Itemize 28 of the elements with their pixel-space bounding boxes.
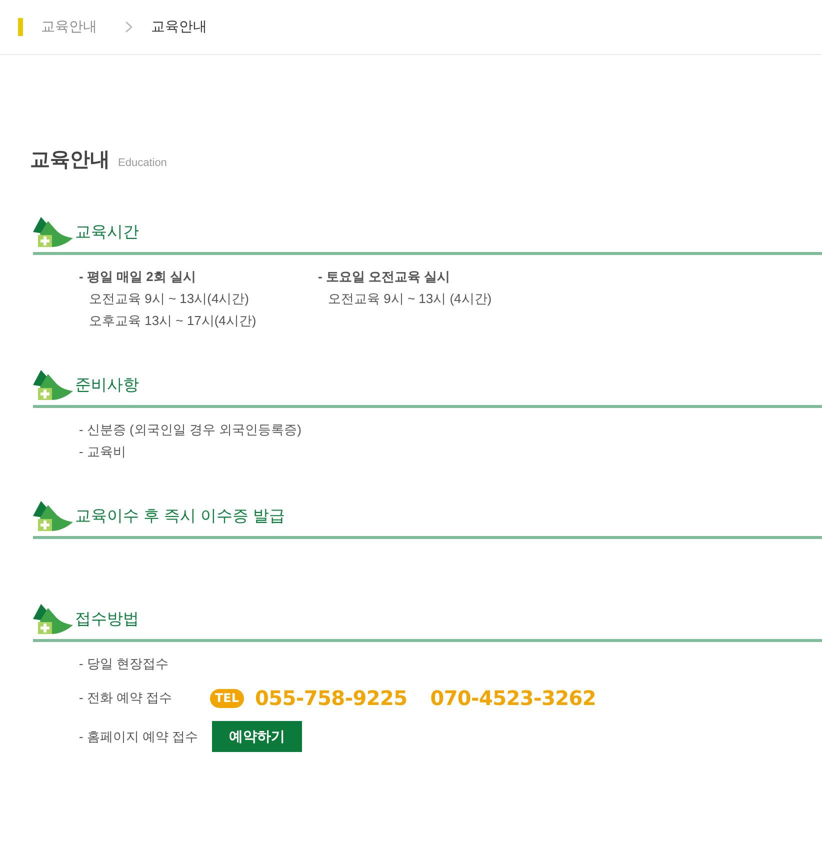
page-subtitle: Education bbox=[118, 157, 167, 169]
section-title: 교육이수 후 즉시 이수증 발급 bbox=[75, 506, 285, 526]
page-title: 교육안내 bbox=[30, 148, 110, 173]
list-item: 오전교육 9시 ~ 13시 (4시간) bbox=[327, 290, 492, 308]
list-item: - 홈페이지 예약 접수 bbox=[79, 728, 200, 746]
section-title: 교육시간 bbox=[75, 222, 139, 242]
phone-number: 055-758-9225 bbox=[255, 686, 408, 710]
list-item: - 당일 현장접수 bbox=[79, 655, 170, 673]
list-item: 오전교육 9시 ~ 13시(4시간) bbox=[88, 290, 250, 308]
list-heading: - 토요일 오전교육 실시 bbox=[318, 268, 452, 286]
chevron-right-icon bbox=[125, 21, 133, 33]
section-title: 준비사항 bbox=[75, 376, 139, 396]
leaf-plus-icon bbox=[33, 501, 73, 531]
bar-marker-icon bbox=[18, 18, 23, 36]
leaf-plus-icon bbox=[33, 370, 73, 400]
leaf-plus-icon bbox=[33, 604, 73, 634]
leaf-plus-icon bbox=[33, 217, 73, 247]
list-heading: - 평일 매일 2회 실시 bbox=[79, 268, 198, 286]
section-title: 접수방법 bbox=[75, 610, 139, 630]
list-item: - 교육비 bbox=[79, 443, 127, 461]
phone-number: 070-4523-3262 bbox=[430, 686, 596, 710]
reserve-button[interactable]: 예약하기 bbox=[212, 721, 302, 752]
list-item: 오후교육 13시 ~ 17시(4시간) bbox=[88, 312, 258, 330]
tel-badge: TEL bbox=[210, 688, 244, 708]
breadcrumb-link[interactable]: 교육안내 bbox=[41, 18, 97, 36]
list-item: - 전화 예약 접수 bbox=[79, 689, 174, 707]
list-item: - 신분증 (외국인일 경우 외국인등록증) bbox=[79, 421, 302, 439]
breadcrumb-link[interactable]: 교육안내 bbox=[151, 18, 207, 36]
